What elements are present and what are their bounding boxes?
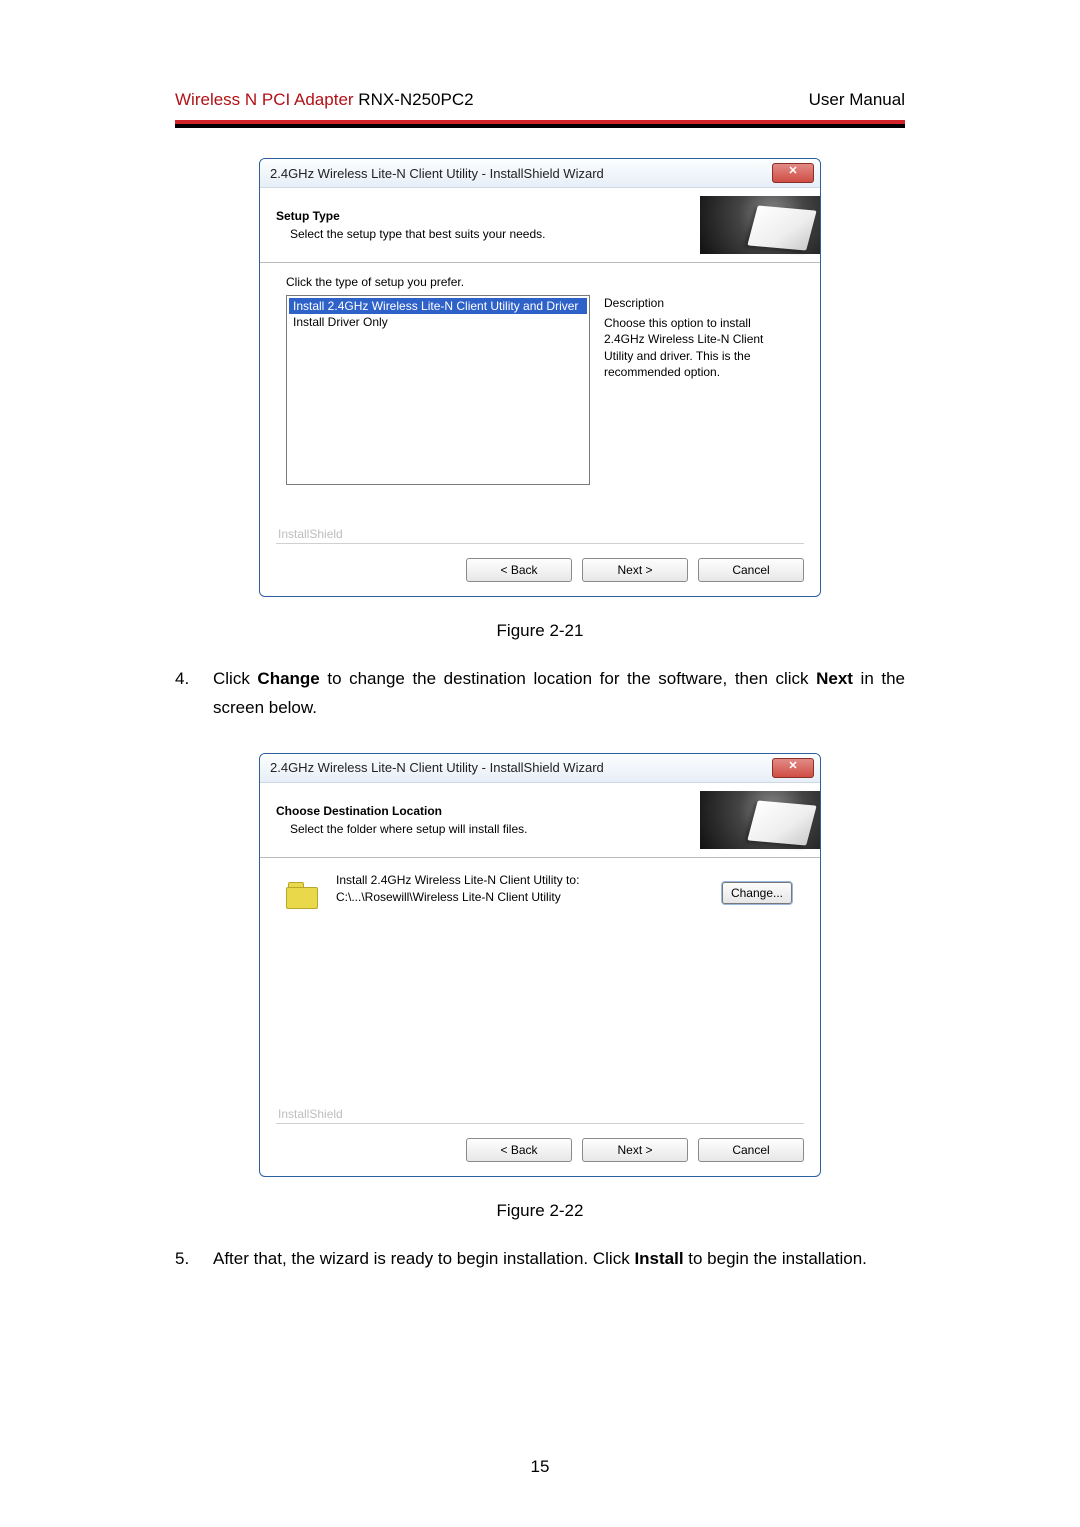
next-button[interactable]: Next > <box>582 558 688 582</box>
dialog-header: Choose Destination Location Select the f… <box>260 783 820 858</box>
dialog-title-text: 2.4GHz Wireless Lite-N Client Utility - … <box>270 760 604 775</box>
title-red: Wireless N PCI Adapter <box>175 90 354 109</box>
title-rest: RNX-N250PC2 <box>354 90 474 109</box>
step-5: 5. After that, the wizard is ready to be… <box>175 1245 905 1274</box>
install-to-label: Install 2.4GHz Wireless Lite-N Client Ut… <box>336 872 706 889</box>
setup-type-sub: Select the setup type that best suits yo… <box>290 227 546 241</box>
doc-type: User Manual <box>809 90 905 110</box>
step-4: 4. Click Change to change the destinatio… <box>175 665 905 723</box>
dialog-titlebar: 2.4GHz Wireless Lite-N Client Utility - … <box>260 159 820 188</box>
install-path: C:\...\Rosewill\Wireless Lite-N Client U… <box>336 889 706 906</box>
close-button[interactable]: ✕ <box>772 758 814 778</box>
next-button[interactable]: Next > <box>582 1138 688 1162</box>
folder-icon <box>286 874 320 902</box>
figure-caption-2: Figure 2-22 <box>175 1201 905 1221</box>
product-title: Wireless N PCI Adapter RNX-N250PC2 <box>175 90 474 110</box>
header-rule-black <box>175 124 905 128</box>
setup-type-listbox[interactable]: Install 2.4GHz Wireless Lite-N Client Ut… <box>286 295 590 485</box>
description-body: Choose this option to install 2.4GHz Wir… <box>604 315 794 380</box>
setup-type-heading: Setup Type <box>276 209 546 223</box>
installshield-label: InstallShield <box>274 527 347 541</box>
setup-option-utility-driver[interactable]: Install 2.4GHz Wireless Lite-N Client Ut… <box>289 298 587 314</box>
page-number: 15 <box>0 1457 1080 1477</box>
wizard-banner-image <box>700 791 820 849</box>
dialog-titlebar: 2.4GHz Wireless Lite-N Client Utility - … <box>260 754 820 783</box>
installshield-label: InstallShield <box>274 1107 347 1121</box>
install-wizard-destination: 2.4GHz Wireless Lite-N Client Utility - … <box>259 753 821 1177</box>
change-button[interactable]: Change... <box>722 882 792 904</box>
setup-description: Description Choose this option to instal… <box>604 295 794 485</box>
figure-caption-1: Figure 2-21 <box>175 621 905 641</box>
setup-option-driver-only[interactable]: Install Driver Only <box>289 314 587 330</box>
destination-sub: Select the folder where setup will insta… <box>290 822 527 836</box>
destination-heading: Choose Destination Location <box>276 804 527 818</box>
cancel-button[interactable]: Cancel <box>698 558 804 582</box>
dialog-header: Setup Type Select the setup type that be… <box>260 188 820 263</box>
install-wizard-setup-type: 2.4GHz Wireless Lite-N Client Utility - … <box>259 158 821 597</box>
back-button[interactable]: < Back <box>466 558 572 582</box>
description-heading: Description <box>604 295 794 311</box>
step-5-number: 5. <box>175 1245 213 1274</box>
close-button[interactable]: ✕ <box>772 163 814 183</box>
setup-prefer-label: Click the type of setup you prefer. <box>286 275 804 289</box>
page-header: Wireless N PCI Adapter RNX-N250PC2 User … <box>175 90 905 120</box>
dialog-title-text: 2.4GHz Wireless Lite-N Client Utility - … <box>270 166 604 181</box>
wizard-banner-image <box>700 196 820 254</box>
cancel-button[interactable]: Cancel <box>698 1138 804 1162</box>
back-button[interactable]: < Back <box>466 1138 572 1162</box>
step-4-number: 4. <box>175 665 213 723</box>
